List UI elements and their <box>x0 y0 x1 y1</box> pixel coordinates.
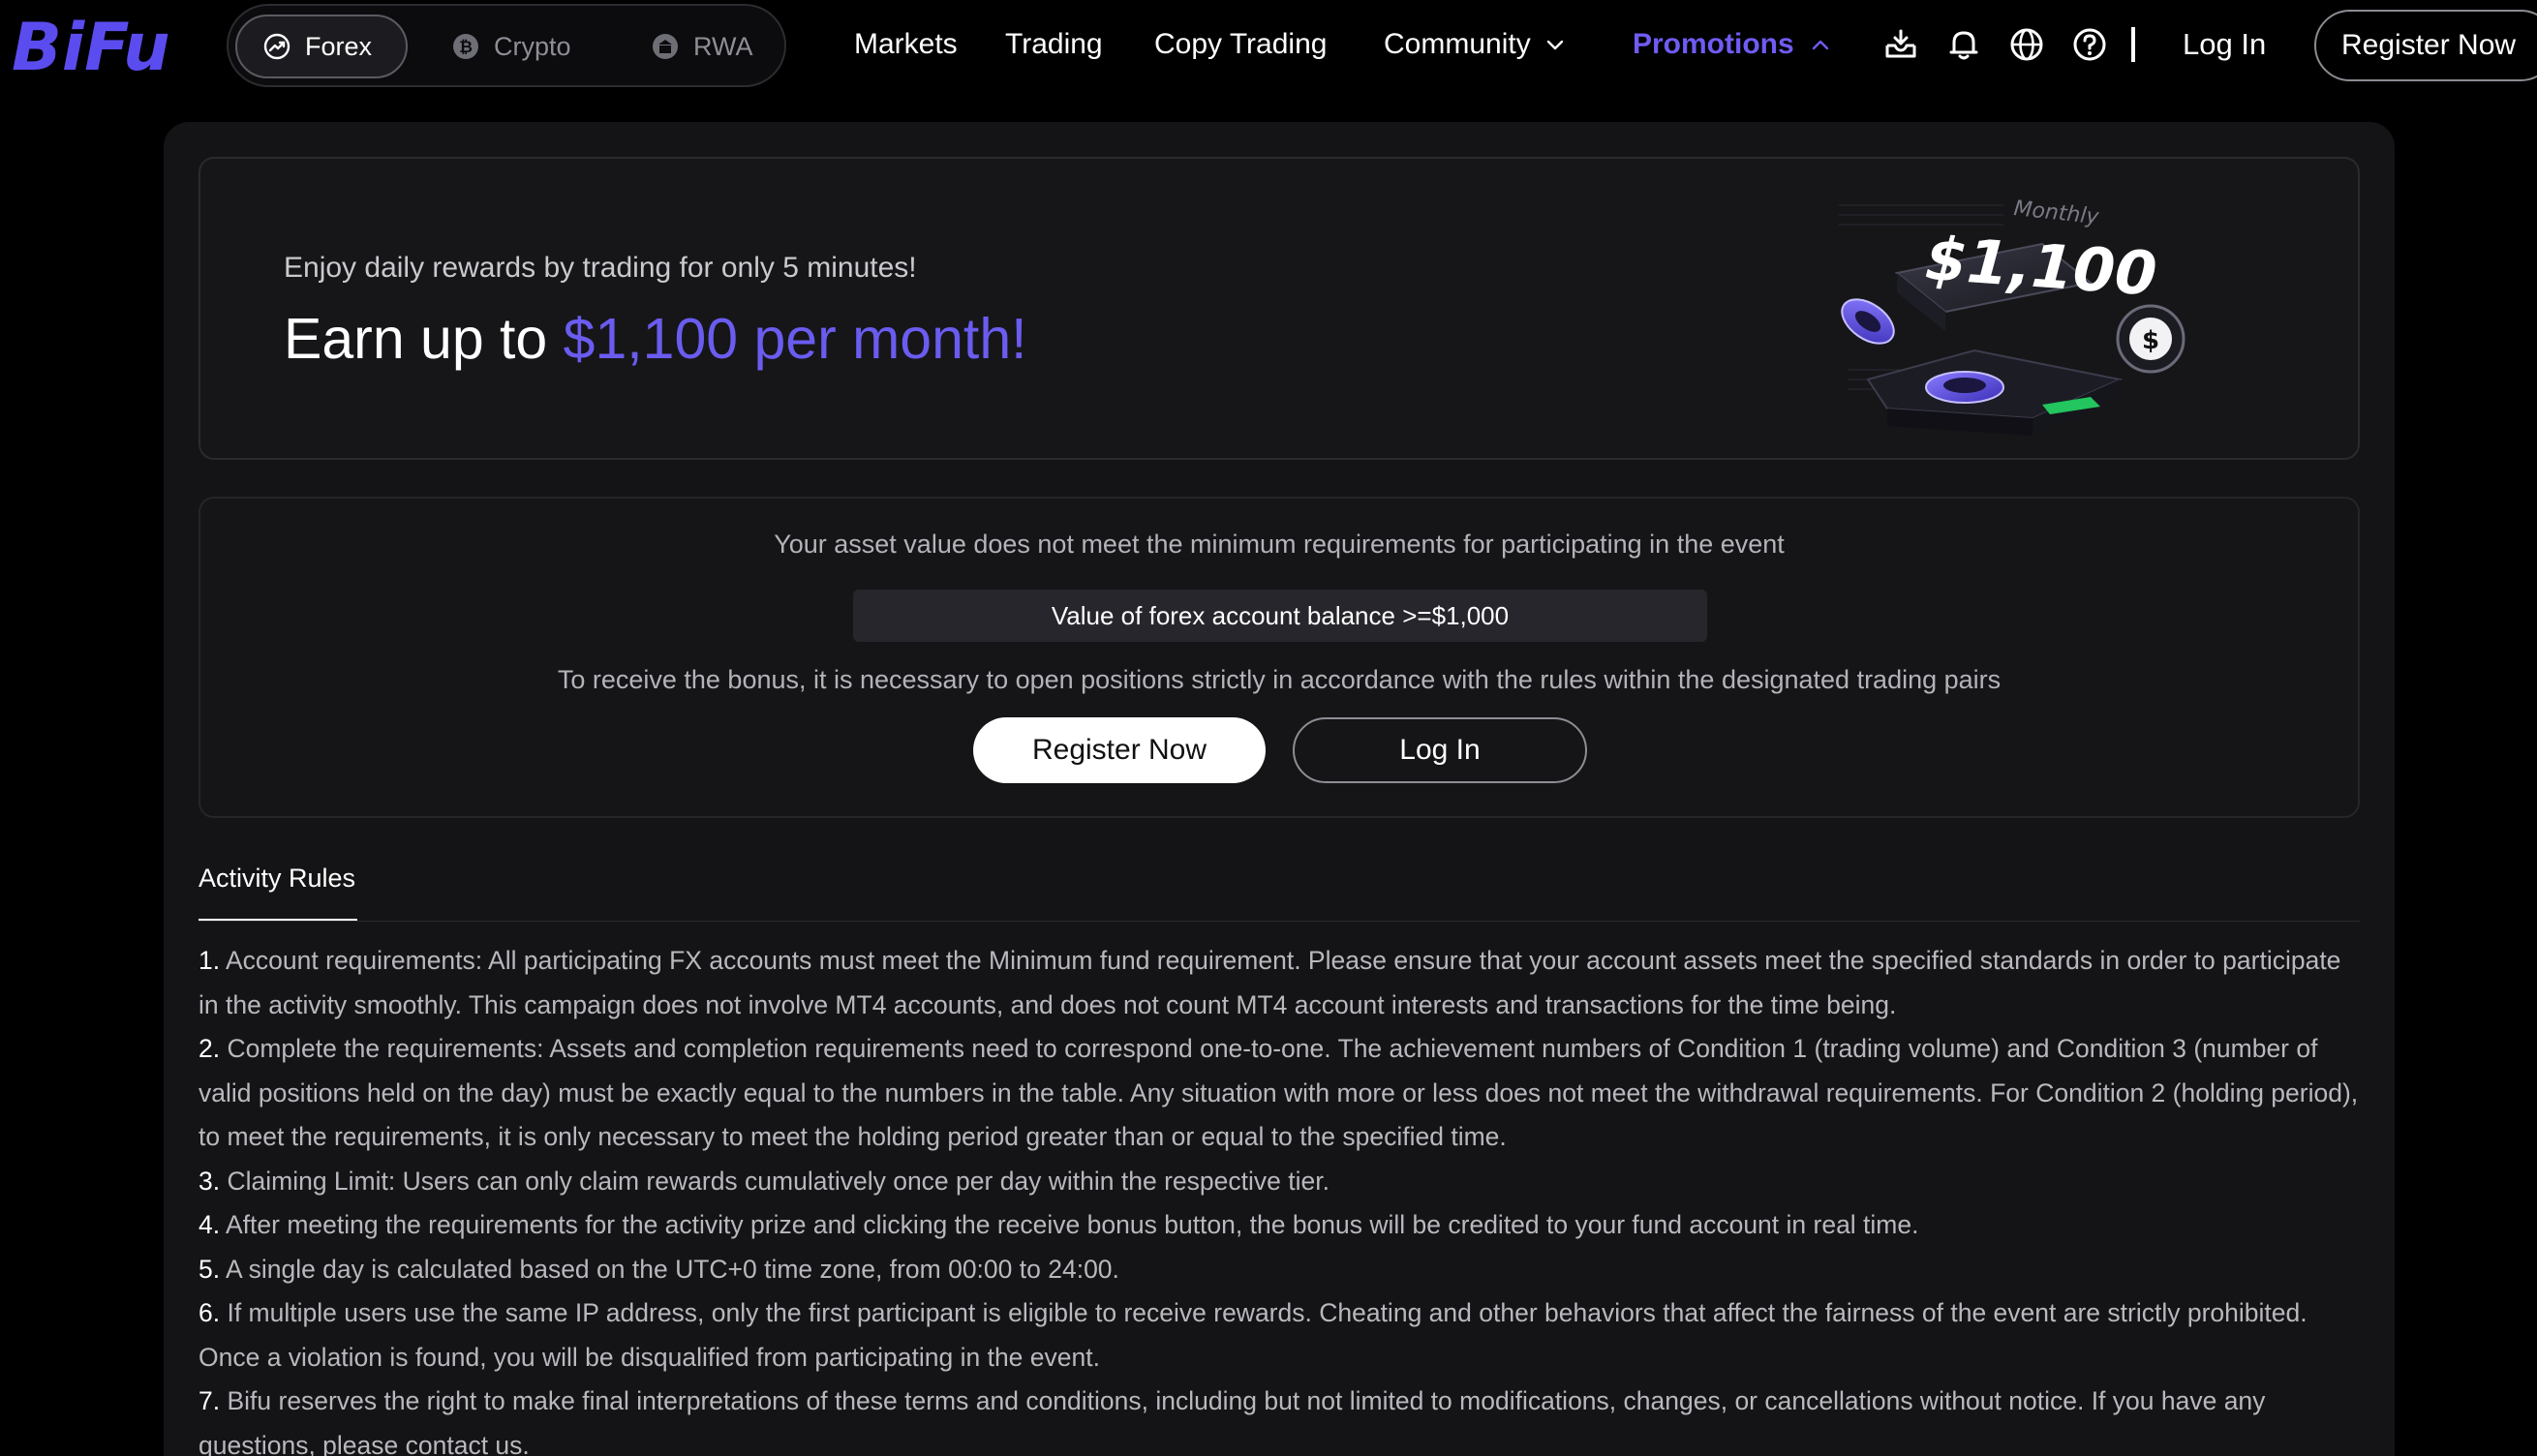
rule-item: 5. A single day is calculated based on t… <box>199 1254 1119 1284</box>
rule-item: 3. Claiming Limit: Users can only claim … <box>199 1166 1330 1196</box>
requirement-message: Your asset value does not meet the minim… <box>774 530 1785 559</box>
rule-item: 6. If multiple users use the same IP add… <box>199 1298 2308 1372</box>
tab-activity-rules[interactable]: Activity Rules <box>199 864 355 894</box>
header-register-button[interactable]: Register Now <box>2314 10 2537 81</box>
bell-icon[interactable] <box>1945 26 1982 63</box>
svg-text:₿: ₿ <box>459 38 473 57</box>
tab-crypto[interactable]: ₿ Crypto <box>426 15 591 78</box>
chart-up-icon <box>263 33 290 60</box>
tab-rwa-label: RWA <box>693 31 753 61</box>
coin-dollar-symbol: $ <box>2142 326 2159 355</box>
building-icon <box>653 34 678 59</box>
rule-item: 1. Account requirements: All participati… <box>199 946 2341 1019</box>
rule-item: 2. Complete the requirements: Assets and… <box>199 1034 2359 1151</box>
log-in-button[interactable]: Log In <box>1293 717 1587 783</box>
help-icon[interactable] <box>2071 26 2108 63</box>
nav-trading[interactable]: Trading <box>1005 25 1103 64</box>
tab-forex-label: Forex <box>305 31 373 61</box>
svg-text:BiFu: BiFu <box>12 12 170 79</box>
nav-promotions-label: Promotions <box>1633 28 1794 60</box>
bifu-logo[interactable]: BiFu <box>10 12 199 79</box>
banner-title-prefix: Earn up to <box>284 307 564 371</box>
rules-divider <box>199 921 2360 922</box>
activity-rules-list: 1. Account requirements: All participati… <box>199 939 2360 1456</box>
download-icon[interactable] <box>1882 26 1919 63</box>
nav-community[interactable]: Community <box>1384 25 1566 64</box>
register-now-button[interactable]: Register Now <box>973 717 1266 783</box>
art-monthly-label: Monthly <box>2012 197 2100 229</box>
nav-markets[interactable]: Markets <box>854 25 958 64</box>
rule-item: 7. Bifu reserves the right to make final… <box>199 1386 2266 1456</box>
header-divider <box>2131 27 2135 62</box>
banner-title: Earn up to $1,100 per month! <box>284 306 1027 372</box>
banner-subtitle: Enjoy daily rewards by trading for only … <box>284 252 917 284</box>
tab-crypto-label: Crypto <box>494 31 571 61</box>
nav-promotions[interactable]: Promotions <box>1633 25 1831 64</box>
globe-icon[interactable] <box>2008 26 2045 63</box>
banner-title-highlight: $1,100 per month! <box>563 307 1027 371</box>
nav-copy-trading[interactable]: Copy Trading <box>1154 25 1327 64</box>
requirement-condition: Value of forex account balance >=$1,000 <box>853 590 1707 642</box>
requirement-note: To receive the bonus, it is necessary to… <box>557 665 2002 694</box>
market-switch: Forex ₿ Crypto RWA <box>227 4 786 87</box>
header-login-link[interactable]: Log In <box>2183 25 2266 64</box>
tab-forex[interactable]: Forex <box>235 15 408 78</box>
chevron-up-icon <box>1812 40 1828 50</box>
tab-rwa[interactable]: RWA <box>626 15 780 78</box>
rule-item: 4. After meeting the requirements for th… <box>199 1210 1919 1239</box>
reward-box-illustration: $ Monthly $1,100 <box>1839 197 2185 436</box>
bitcoin-icon: ₿ <box>453 34 478 59</box>
promo-banner: Enjoy daily rewards by trading for only … <box>199 157 2360 460</box>
top-header: BiFu Forex ₿ Crypto RWA Markets Trading … <box>0 0 2537 91</box>
requirement-box: Your asset value does not meet the minim… <box>199 497 2360 818</box>
chevron-down-icon <box>1546 40 1563 50</box>
nav-community-label: Community <box>1384 28 1531 60</box>
